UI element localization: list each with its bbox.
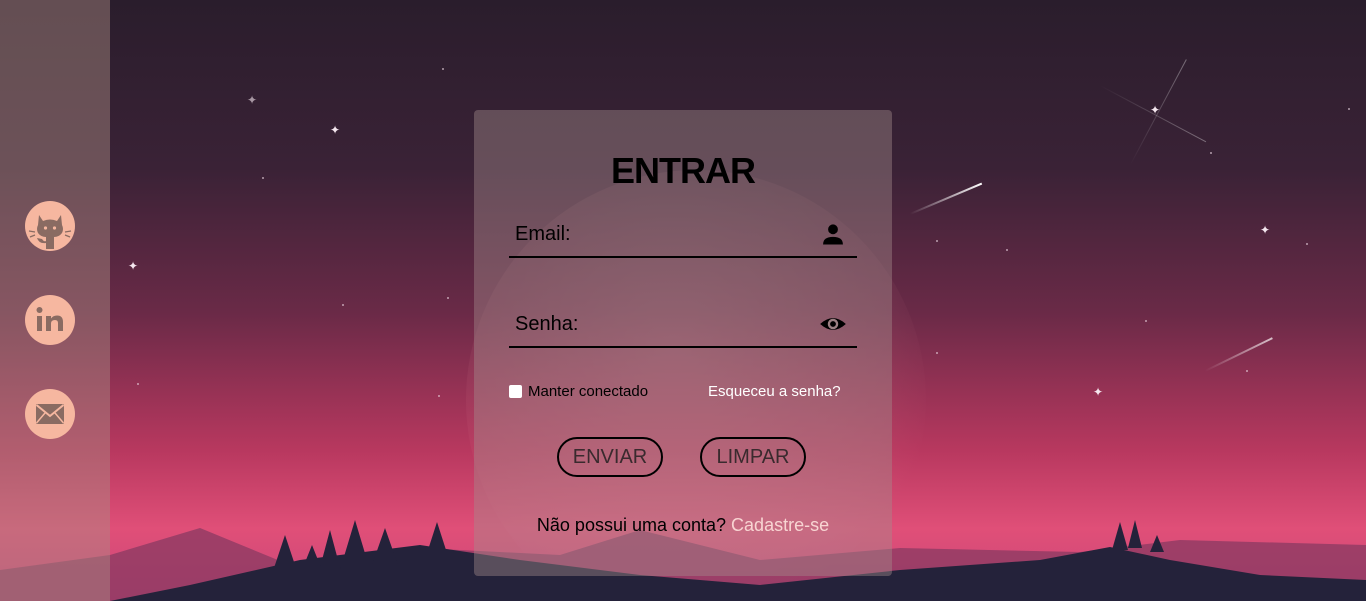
social-sidebar xyxy=(0,0,110,601)
remember-label: Manter conectado xyxy=(528,383,649,400)
login-card: ENTRAR Manter conectado Esqueceu a senha… xyxy=(474,110,892,576)
linkedin-link[interactable] xyxy=(25,295,75,345)
email-link[interactable] xyxy=(25,389,75,439)
email-field-wrapper xyxy=(509,212,857,258)
signup-prompt: Não possui uma conta? Cadastre-se xyxy=(474,515,892,536)
github-link[interactable] xyxy=(25,201,75,251)
remember-me[interactable]: Manter conectado xyxy=(509,383,648,400)
submit-button[interactable]: ENVIAR xyxy=(557,437,663,477)
eye-icon[interactable] xyxy=(819,310,847,338)
email-input[interactable] xyxy=(509,212,815,256)
user-icon xyxy=(823,224,843,245)
remember-checkbox[interactable] xyxy=(509,385,522,398)
linkedin-icon xyxy=(36,307,63,331)
login-title: ENTRAR xyxy=(611,150,756,191)
forgot-password-link[interactable]: Esqueceu a senha? xyxy=(708,383,841,400)
github-icon xyxy=(28,215,72,249)
no-account-text: Não possui uma conta? xyxy=(536,515,727,535)
password-input[interactable] xyxy=(509,302,815,346)
mail-icon xyxy=(35,404,65,424)
clear-button[interactable]: LIMPAR xyxy=(700,437,806,477)
password-field-wrapper xyxy=(509,302,857,348)
signup-link[interactable]: Cadastre-se xyxy=(731,515,829,535)
